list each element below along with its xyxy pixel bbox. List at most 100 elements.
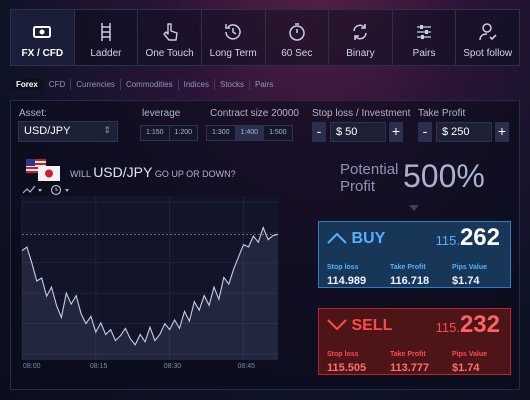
potential-line-1: Potential	[340, 161, 399, 178]
market-subnav: Forex CFD Currencies Commodities Indices…	[11, 79, 278, 90]
question-prefix: WILL	[70, 169, 91, 179]
take-profit-decrement-button[interactable]: -	[418, 122, 432, 142]
contract-option[interactable]: 1:500	[264, 126, 292, 140]
currency-pair-flags-icon	[26, 159, 60, 181]
tab-label: One Touch	[145, 48, 194, 59]
timeframe-clock-icon[interactable]	[50, 184, 70, 196]
sell-take-profit-label: Take Profit	[390, 351, 426, 358]
buy-price: 115.262	[436, 224, 500, 252]
tab-pairs[interactable]: Pairs	[393, 10, 457, 65]
buy-take-profit-value: 116.718	[390, 275, 430, 287]
tab-one-touch[interactable]: One Touch	[138, 10, 202, 65]
asset-value: USD/JPY	[24, 125, 71, 137]
sell-pips-label: Pips Value	[452, 351, 488, 358]
x-tick-label: 08:00	[23, 363, 41, 370]
x-tick-label: 08:45	[238, 363, 256, 370]
asset-label: Asset:	[19, 108, 47, 119]
sell-label: SELL	[351, 317, 393, 334]
potential-profit-value: 500%	[403, 158, 485, 194]
chart-tools	[22, 184, 70, 196]
question-suffix: GO UP OR DOWN?	[154, 169, 236, 179]
sell-card[interactable]: SELL 115.232 Stop loss Take Profit Pips …	[318, 308, 511, 375]
banknote-icon	[33, 26, 52, 38]
leverage-selector: 1:150 1:200	[140, 125, 199, 141]
buy-direction: BUY	[327, 230, 385, 248]
subnav-pairs[interactable]: Pairs	[250, 79, 278, 90]
product-tab-bar: FX / CFD Ladder One Touch Long Term 60 S…	[10, 9, 520, 66]
tab-label: 60 Sec	[281, 48, 313, 59]
subnav-forex[interactable]: Forex	[11, 79, 43, 90]
potential-pointer-icon	[409, 205, 419, 211]
history-clock-icon	[225, 24, 241, 40]
buy-card[interactable]: BUY 115.262 Stop loss Take Profit Pips V…	[318, 221, 511, 288]
leverage-option[interactable]: 1:150	[141, 126, 170, 140]
up-chevron-icon	[327, 232, 347, 244]
tab-label: Ladder	[90, 48, 122, 59]
tab-label: Spot follow	[463, 48, 513, 59]
subnav-indices[interactable]: Indices	[179, 79, 215, 90]
down-chevron-icon	[327, 319, 347, 331]
contract-option[interactable]: 1:300	[207, 126, 236, 140]
stopwatch-icon	[289, 23, 305, 41]
sell-pips-value: $1.74	[452, 362, 480, 374]
sell-stop-loss-label: Stop loss	[327, 351, 359, 358]
sell-price-prefix: 115.	[435, 320, 460, 335]
stop-loss-label: Stop loss / Investment	[312, 108, 411, 119]
asset-select[interactable]: USD/JPY ⇕	[18, 121, 118, 142]
subnav-commodities[interactable]: Commodities	[121, 79, 179, 90]
tab-label: Pairs	[412, 48, 436, 59]
x-tick-label: 08:15	[90, 363, 108, 370]
subnav-stocks[interactable]: Stocks	[215, 79, 250, 90]
buy-pips-value: $1.74	[452, 275, 480, 287]
buy-price-prefix: 115.	[435, 233, 460, 248]
take-profit-input[interactable]: $ 250	[436, 122, 492, 142]
ladder-icon	[101, 23, 111, 41]
contract-size-label: Contract size 20000	[210, 108, 299, 119]
tab-fx-cfd[interactable]: FX / CFD	[11, 10, 75, 65]
subnav-cfd[interactable]: CFD	[44, 79, 72, 90]
contract-option[interactable]: 1:400	[235, 126, 265, 140]
leverage-label: leverage	[142, 108, 181, 119]
contract-size-selector: 1:300 1:400 1:500	[206, 125, 293, 141]
buy-take-profit-label: Take Profit	[390, 264, 426, 271]
buy-price-pips: 262	[459, 224, 500, 251]
stop-loss-decrement-button[interactable]: -	[312, 122, 326, 142]
sell-price: 115.232	[436, 311, 500, 339]
tab-60-sec[interactable]: 60 Sec	[266, 10, 330, 65]
buy-label: BUY	[351, 230, 386, 247]
sell-stop-loss-value: 115.505	[327, 362, 367, 374]
sliders-icon	[417, 25, 432, 39]
potential-profit-label: Potential Profit	[340, 161, 398, 195]
take-profit-increment-button[interactable]: +	[495, 122, 509, 142]
sell-direction: SELL	[327, 317, 392, 335]
stop-loss-input[interactable]: $ 50	[330, 122, 386, 142]
buy-stop-loss-label: Stop loss	[327, 264, 359, 271]
japan-flag-icon	[38, 166, 60, 181]
tab-label: FX / CFD	[21, 48, 64, 59]
tab-ladder[interactable]: Ladder	[75, 10, 139, 65]
stop-loss-increment-button[interactable]: +	[389, 122, 403, 142]
take-profit-label: Take Profit	[418, 108, 466, 119]
select-arrows-icon: ⇕	[103, 125, 111, 135]
line-chart-type-icon[interactable]	[22, 185, 42, 194]
buy-pips-label: Pips Value	[452, 264, 488, 271]
price-chart: 115.300115.250115.200115.150115.100115.0…	[21, 196, 280, 370]
current-price-marker	[279, 233, 280, 236]
x-tick-label: 08:30	[164, 363, 182, 370]
tab-long-term[interactable]: Long Term	[202, 10, 266, 65]
hand-pointer-icon	[162, 23, 178, 41]
refresh-arrows-icon	[353, 24, 368, 40]
potential-line-2: Profit	[340, 178, 376, 195]
user-check-icon	[478, 23, 497, 41]
sell-take-profit-value: 113.777	[390, 362, 430, 374]
sell-price-pips: 232	[459, 311, 500, 338]
tab-label: Binary	[346, 48, 375, 59]
subnav-currencies[interactable]: Currencies	[71, 79, 121, 90]
direction-question: WILL USD/JPY GO UP OR DOWN?	[70, 164, 236, 180]
buy-stop-loss-value: 114.989	[327, 275, 367, 287]
tab-spot-follow[interactable]: Spot follow	[456, 10, 519, 65]
leverage-option[interactable]: 1:200	[170, 126, 198, 140]
tab-label: Long Term	[209, 48, 257, 59]
question-pair: USD/JPY	[93, 164, 153, 180]
tab-binary[interactable]: Binary	[329, 10, 393, 65]
